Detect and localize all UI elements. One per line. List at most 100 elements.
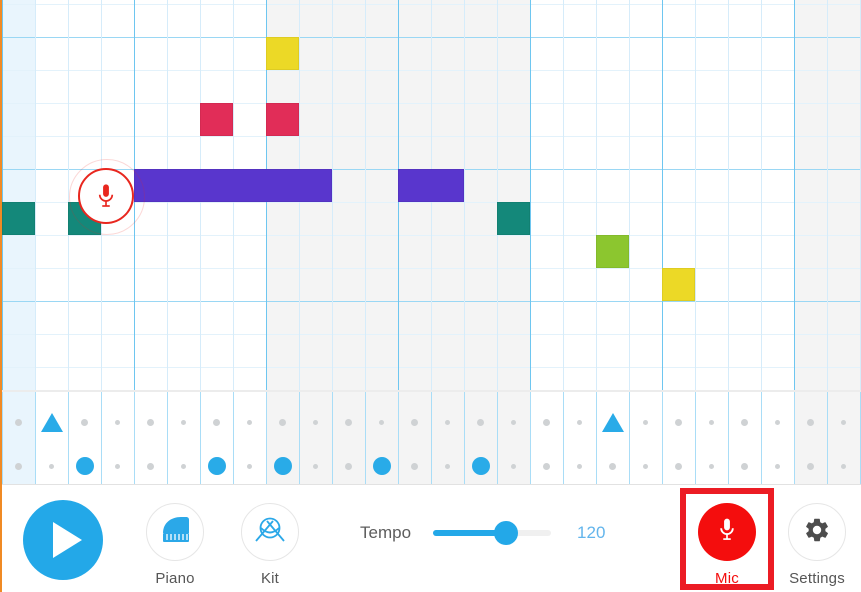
- drum-row-circle-cell[interactable]: [794, 448, 827, 484]
- instrument-piano[interactable]: Piano: [129, 503, 221, 587]
- marker-off: [115, 463, 120, 469]
- mic-record-overlay[interactable]: [69, 159, 145, 235]
- drum-row-circle-cell[interactable]: [167, 448, 200, 484]
- marker-off: [445, 419, 450, 425]
- drum-row-circle-cell[interactable]: [695, 448, 728, 484]
- drum-row-triangle-cell[interactable]: [332, 404, 365, 440]
- tempo-control: Tempo 120: [360, 521, 605, 545]
- settings-button[interactable]: Settings: [771, 503, 861, 587]
- marker-off: [543, 418, 550, 426]
- grid-line-vertical: [464, 0, 465, 390]
- grid-line-vertical: [596, 0, 597, 390]
- drum-row-circle-cell[interactable]: [398, 448, 431, 484]
- drum-row-triangle-cell[interactable]: [101, 404, 134, 440]
- drum-row-circle-cell[interactable]: [728, 448, 761, 484]
- instrument-kit[interactable]: Kit: [224, 503, 316, 587]
- drum-row-triangle-cell[interactable]: [233, 404, 266, 440]
- play-button[interactable]: [23, 500, 103, 580]
- drum-row-triangle-cell[interactable]: [794, 404, 827, 440]
- drum-row-circle-cell[interactable]: [761, 448, 794, 484]
- drum-row-circle-cell[interactable]: [464, 448, 497, 484]
- drum-row-triangle-cell[interactable]: [431, 404, 464, 440]
- drum-row-circle-cell[interactable]: [827, 448, 860, 484]
- marker-off: [147, 462, 154, 470]
- drum-row-circle-cell[interactable]: [68, 448, 101, 484]
- microphone-icon: [717, 516, 737, 548]
- drum-row-triangle-cell[interactable]: [695, 404, 728, 440]
- drum-row-triangle-cell[interactable]: [728, 404, 761, 440]
- drum-row-triangle-cell[interactable]: [596, 404, 629, 440]
- drum-row-triangle-cell[interactable]: [167, 404, 200, 440]
- drum-row-circle-cell[interactable]: [662, 448, 695, 484]
- gear-icon: [803, 516, 831, 549]
- drum-row-circle-cell[interactable]: [299, 448, 332, 484]
- drum-row-triangle-cell[interactable]: [662, 404, 695, 440]
- drum-row-circle-cell[interactable]: [629, 448, 662, 484]
- drum-row-circle-cell[interactable]: [134, 448, 167, 484]
- purple-note-bar[interactable]: [398, 169, 464, 202]
- crimson-note[interactable]: [266, 103, 299, 136]
- triangle-marker-on: [601, 412, 624, 432]
- grid-line-vertical: [761, 0, 762, 390]
- teal-note[interactable]: [497, 202, 530, 235]
- yellow-note[interactable]: [266, 37, 299, 70]
- drum-row-triangle-cell[interactable]: [2, 404, 35, 440]
- drum-row-triangle-cell[interactable]: [629, 404, 662, 440]
- grid-line-vertical: [530, 0, 531, 390]
- drum-row-circle-cell[interactable]: [200, 448, 233, 484]
- drum-row-circle-cell[interactable]: [332, 448, 365, 484]
- drum-row-triangle-cell[interactable]: [827, 404, 860, 440]
- drum-row-circle-cell[interactable]: [596, 448, 629, 484]
- drum-row-circle-cell[interactable]: [365, 448, 398, 484]
- marker-off: [213, 418, 220, 426]
- drum-row-circle-cell[interactable]: [431, 448, 464, 484]
- drum-row-circle-cell[interactable]: [530, 448, 563, 484]
- marker-off: [807, 418, 814, 426]
- tempo-slider-thumb[interactable]: [494, 521, 519, 545]
- drum-row-triangle-cell[interactable]: [464, 404, 497, 440]
- mic-icon-circle: [698, 503, 756, 561]
- marker-off: [741, 418, 748, 426]
- drum-row-triangle-cell[interactable]: [398, 404, 431, 440]
- drum-row-circle-cell[interactable]: [563, 448, 596, 484]
- drum-row-triangle-cell[interactable]: [530, 404, 563, 440]
- drum-row-triangle-cell[interactable]: [497, 404, 530, 440]
- tempo-label: Tempo: [360, 523, 412, 542]
- piano-icon-circle: [146, 503, 204, 561]
- grid-column-shade: [2, 0, 35, 390]
- drum-row-triangle-cell[interactable]: [365, 404, 398, 440]
- drum-row-triangle-cell[interactable]: [200, 404, 233, 440]
- grid-line-vertical: [563, 0, 564, 390]
- mic-button[interactable]: Mic: [681, 503, 773, 587]
- marker-off: [609, 462, 616, 470]
- marker-off: [445, 463, 450, 469]
- drum-row-circle-cell[interactable]: [497, 448, 530, 484]
- marker-off: [147, 418, 154, 426]
- grid-column-shade: [497, 0, 530, 390]
- drum-row-circle-cell[interactable]: [2, 448, 35, 484]
- drum-kit-icon-circle: [241, 503, 299, 561]
- crimson-note[interactable]: [200, 103, 233, 136]
- marker-off: [477, 418, 484, 426]
- drum-row-triangle-cell[interactable]: [35, 404, 68, 440]
- yellow-note[interactable]: [662, 268, 695, 301]
- grid-column-shade: [332, 0, 365, 390]
- drum-row-circle-cell[interactable]: [101, 448, 134, 484]
- teal-note[interactable]: [2, 202, 35, 235]
- drum-row-triangle-cell[interactable]: [761, 404, 794, 440]
- drum-row-triangle-cell[interactable]: [134, 404, 167, 440]
- drum-row-triangle-cell[interactable]: [68, 404, 101, 440]
- drum-row-circle-cell[interactable]: [35, 448, 68, 484]
- drum-row-triangle-cell[interactable]: [266, 404, 299, 440]
- drum-track-strip[interactable]: [2, 390, 861, 484]
- drum-row-triangle-cell[interactable]: [563, 404, 596, 440]
- purple-note-bar[interactable]: [134, 169, 332, 202]
- gear-icon-circle: [788, 503, 846, 561]
- drum-row-circle-cell[interactable]: [233, 448, 266, 484]
- drum-row-circle-cell[interactable]: [266, 448, 299, 484]
- drum-row-triangle-cell[interactable]: [299, 404, 332, 440]
- grid-line-vertical: [794, 0, 795, 390]
- marker-off: [181, 419, 186, 425]
- tempo-slider[interactable]: [433, 521, 552, 545]
- green-note[interactable]: [596, 235, 629, 268]
